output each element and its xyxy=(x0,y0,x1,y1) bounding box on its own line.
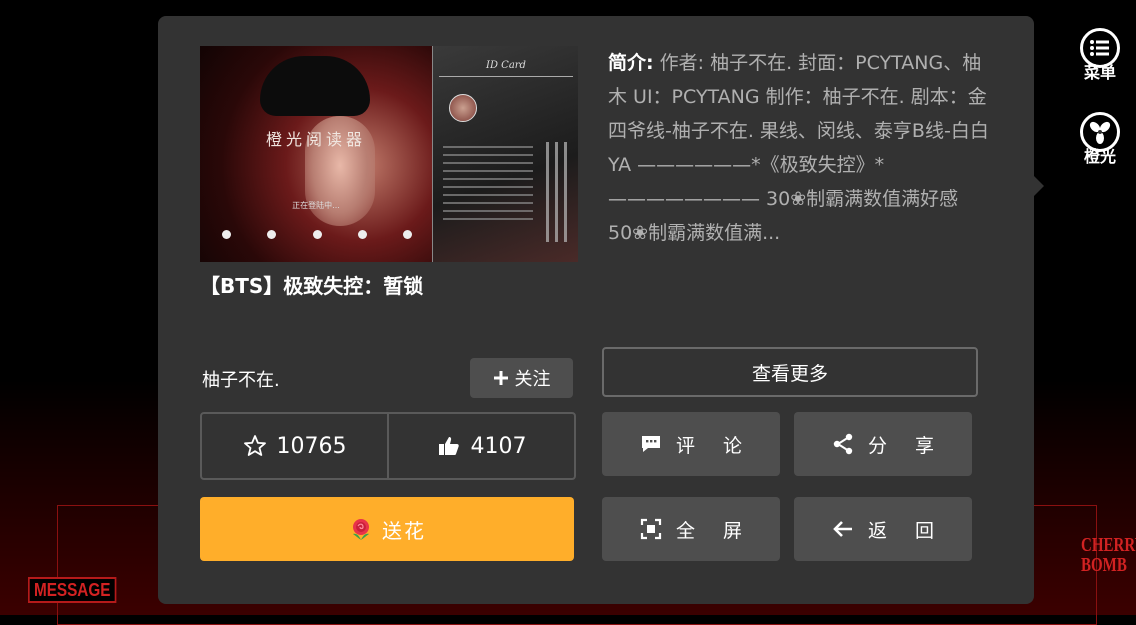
cherry-bomb-logo: CHERRY BOMB xyxy=(1081,534,1136,576)
panel-arrow xyxy=(1034,176,1044,196)
share-label: 分享 xyxy=(867,434,962,457)
list-icon xyxy=(1080,28,1120,68)
like-count: 4107 xyxy=(470,433,527,459)
book-detail-panel: 橙光阅读器 正在登陆中... ID Card 【BTS】极致失控：暂锁 简介: … xyxy=(158,16,1034,604)
author-name[interactable]: 柚子不在. xyxy=(202,366,280,392)
back-label: 返回 xyxy=(867,519,962,542)
favorite-count: 10765 xyxy=(276,433,347,459)
side-menu-button[interactable]: 菜单 xyxy=(1072,28,1128,82)
book-intro: 简介: 作者: 柚子不在. 封面：PCYTANG、柚木 UI：PCYTANG 制… xyxy=(608,46,994,250)
book-cover-image: 橙光阅读器 正在登陆中... ID Card xyxy=(200,46,578,262)
thumbs-up-icon xyxy=(438,437,459,455)
follow-label: 关注 xyxy=(514,369,551,390)
fan-icon xyxy=(1080,112,1120,152)
stats-bar: 10765 4107 xyxy=(200,412,576,480)
send-flower-label: 送花 xyxy=(382,518,426,543)
arrow-left-icon xyxy=(833,521,852,537)
share-button[interactable]: 分享 xyxy=(794,412,972,476)
intro-label: 简介: xyxy=(608,52,654,74)
view-more-button[interactable]: 查看更多 xyxy=(602,347,978,397)
rose-icon xyxy=(353,519,369,540)
comment-label: 评论 xyxy=(675,434,770,457)
back-button[interactable]: 返回 xyxy=(794,497,972,561)
message-tag[interactable]: MESSAGE xyxy=(28,577,117,603)
follow-button[interactable]: 关注 xyxy=(470,358,573,398)
intro-text: 作者: 柚子不在. 封面：PCYTANG、柚木 UI：PCYTANG 制作：柚子… xyxy=(608,52,989,244)
send-flower-button[interactable]: 送花 xyxy=(200,497,574,561)
cover-dots xyxy=(222,230,412,239)
cover-avatar xyxy=(449,94,477,122)
cover-idcard-text: ID Card xyxy=(486,60,526,71)
cover-brand-title: 橙光阅读器 xyxy=(265,130,366,149)
book-title: 【BTS】极致失控：暂锁 xyxy=(200,274,424,298)
fullscreen-icon xyxy=(640,518,662,540)
fullscreen-label: 全屏 xyxy=(675,519,770,542)
favorite-button[interactable]: 10765 xyxy=(202,414,387,478)
share-icon xyxy=(833,433,853,455)
side-theme-button[interactable]: 橙光 xyxy=(1072,112,1128,166)
fullscreen-button[interactable]: 全屏 xyxy=(602,497,780,561)
cover-loading-text: 正在登陆中... xyxy=(292,201,340,210)
side-menu-label: 菜单 xyxy=(1083,63,1116,82)
comment-button[interactable]: 评论 xyxy=(602,412,780,476)
star-icon xyxy=(243,435,266,456)
like-button[interactable]: 4107 xyxy=(387,414,574,478)
plus-icon xyxy=(493,371,508,385)
chat-icon xyxy=(641,436,660,452)
side-theme-label: 橙光 xyxy=(1083,147,1116,166)
